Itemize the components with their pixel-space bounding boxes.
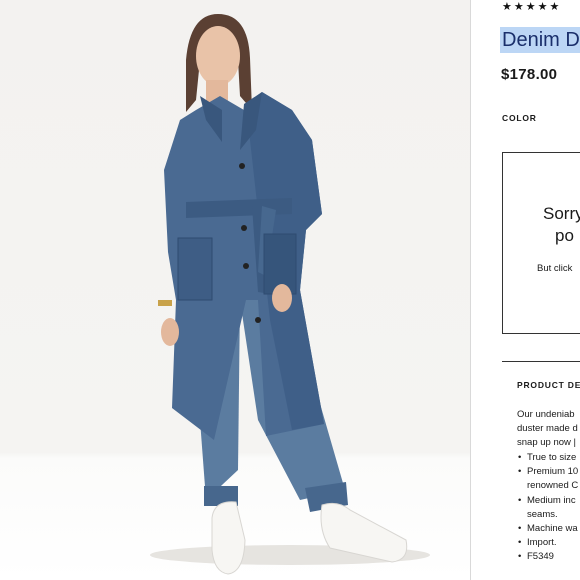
detail-text: F5349 (527, 551, 554, 563)
bullet-icon: • (518, 452, 522, 463)
description-line: snap up now | (517, 437, 576, 448)
bullet-icon: • (518, 551, 522, 563)
detail-text: Import. (527, 537, 557, 549)
product-details-list: • True to size • Premium 10 renowned C • Me… (517, 451, 578, 565)
detail-item-continued: renowned C (517, 479, 578, 493)
unavailable-notice: Sorry po But click (502, 152, 580, 334)
product-description: Our undeniab duster made d snap up now | (517, 408, 578, 450)
detail-item-continued: seams. (517, 508, 578, 522)
unavailable-subtitle[interactable]: But click (537, 263, 572, 274)
color-label: COLOR (502, 113, 537, 123)
detail-text: Medium inc (527, 494, 576, 506)
title-selection-highlight: Denim Duster (500, 27, 580, 53)
description-line: Our undeniab (517, 409, 575, 420)
detail-item: • True to size (517, 451, 578, 465)
detail-text: True to size (527, 452, 577, 463)
detail-item: • Machine wa (517, 522, 578, 536)
detail-item: • Medium inc (517, 494, 578, 508)
unavailable-title-line2: po (555, 226, 574, 245)
bullet-icon: • (518, 494, 522, 506)
unavailable-title: Sorry po (543, 203, 580, 247)
model-illustration (150, 14, 430, 575)
section-divider (502, 361, 580, 362)
product-info-panel: ★★★★★ Denim Duster $178.00 COLOR Sorry p… (471, 0, 580, 580)
unavailable-title-line1: Sorry (543, 204, 580, 223)
detail-item: • Import. (517, 536, 578, 550)
detail-text: seams. (527, 508, 558, 520)
detail-item: • Premium 10 (517, 465, 578, 479)
detail-text: renowned C (527, 480, 579, 492)
product-details-heading[interactable]: PRODUCT DETAILS (517, 380, 580, 390)
bullet-icon: • (518, 466, 522, 478)
product-title: Denim Duster (502, 29, 580, 51)
product-price: $178.00 (501, 66, 558, 83)
detail-item: • F5349 (517, 550, 578, 564)
rating-stars[interactable]: ★★★★★ (502, 0, 561, 13)
bullet-icon: • (518, 523, 522, 535)
description-line: duster made d (517, 423, 578, 434)
detail-text: Machine wa (527, 523, 578, 535)
bullet-icon: • (518, 537, 522, 549)
product-photo[interactable] (0, 0, 470, 580)
detail-text: Premium 10 (527, 466, 579, 478)
